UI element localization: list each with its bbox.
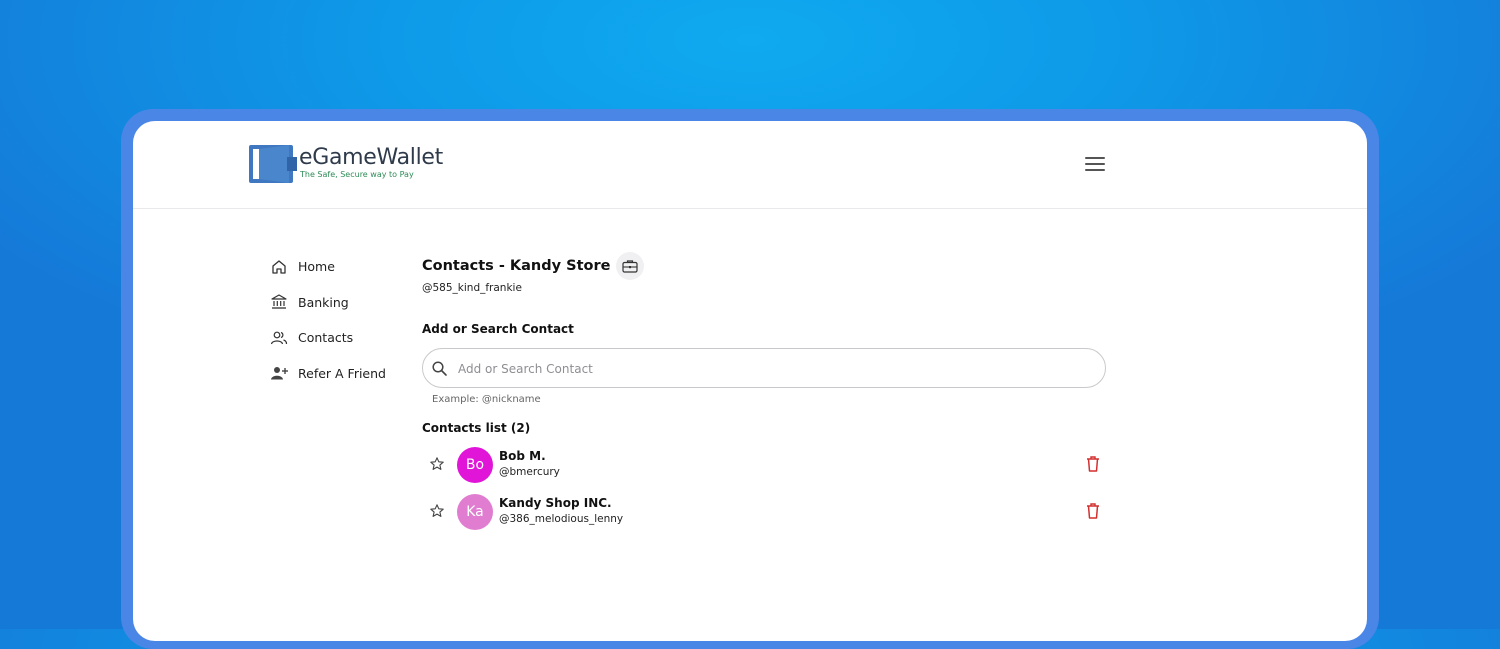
contact-name: Bob M. [499,449,546,463]
search-label: Add or Search Contact [422,322,574,336]
sidebar-item-label: Banking [298,294,349,310]
star-icon[interactable] [429,503,445,519]
sidebar-nav: Home Banking Contacts Refer A Friend [270,249,410,391]
brand-logo[interactable]: eGameWallet The Safe, Secure way to Pay [249,141,443,187]
avatar: Ka [457,494,493,530]
search-icon [432,361,447,376]
sidebar-item-label: Home [298,259,335,275]
add-user-icon [271,367,288,380]
sidebar-item-banking[interactable]: Banking [270,285,410,321]
sidebar-item-label: Refer A Friend [298,365,386,381]
list-item[interactable]: Bo Bob M. @bmercury [422,445,1108,485]
app-window: eGameWallet The Safe, Secure way to Pay … [133,121,1367,641]
page-title: Contacts - Kandy Store [422,258,611,274]
business-account-button[interactable] [616,252,645,280]
contacts-list-title: Contacts list (2) [422,421,531,435]
title-row: Contacts - Kandy Store [422,249,645,283]
sidebar-item-label: Contacts [298,330,354,346]
bank-icon [271,294,287,309]
account-handle: @585_kind_frankie [422,282,522,294]
contact-name: Kandy Shop INC. [499,496,612,510]
wallet-logo-icon [249,145,297,183]
contacts-icon [270,331,288,344]
brand-name: eGameWallet [299,145,443,170]
list-item[interactable]: Ka Kandy Shop INC. @386_melodious_lenny [422,492,1108,532]
sidebar-item-refer-a-friend[interactable]: Refer A Friend [270,356,410,392]
top-bar: eGameWallet The Safe, Secure way to Pay [133,121,1367,209]
search-box [422,348,1106,389]
avatar: Bo [457,447,493,483]
search-helper-text: Example: @nickname [432,394,541,405]
contact-handle: @386_melodious_lenny [499,513,624,525]
delete-icon[interactable] [1085,502,1101,520]
home-icon [272,260,286,274]
sidebar-item-home[interactable]: Home [270,249,410,285]
search-input[interactable] [456,349,1100,389]
sidebar-item-contacts[interactable]: Contacts [270,320,410,356]
hamburger-menu-icon[interactable] [1083,153,1107,175]
briefcase-icon [622,260,639,273]
contact-handle: @bmercury [499,466,560,478]
star-icon[interactable] [429,456,445,472]
delete-icon[interactable] [1085,455,1101,473]
brand-tagline: The Safe, Secure way to Pay [300,170,414,179]
